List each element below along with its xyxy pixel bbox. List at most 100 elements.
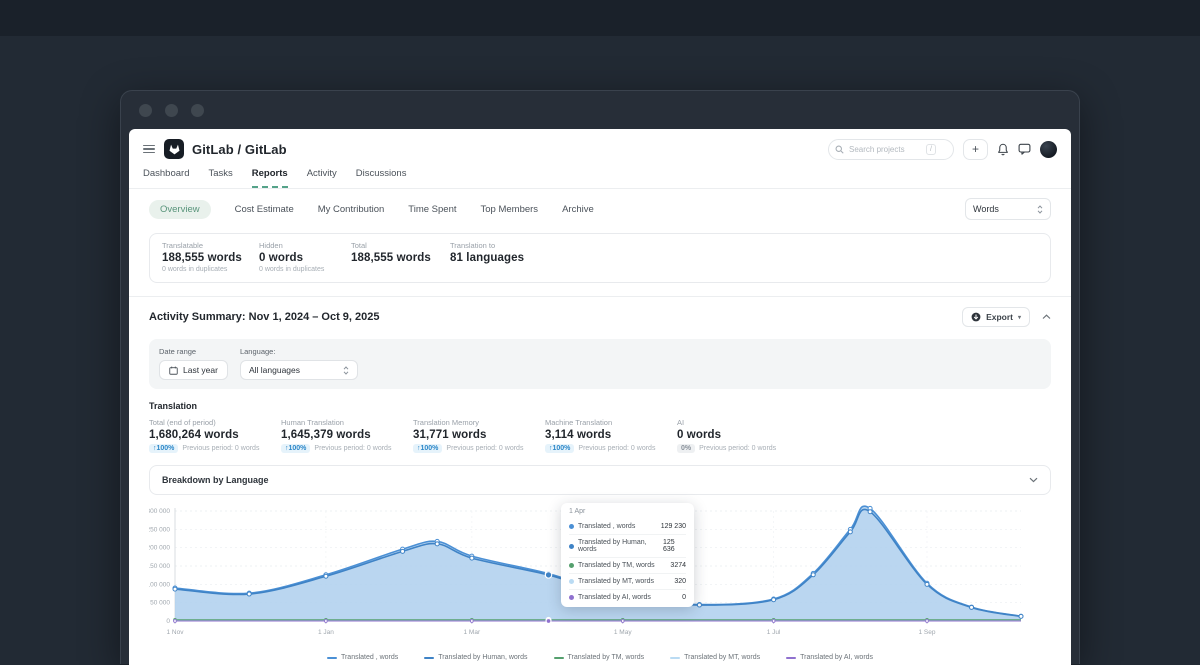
stat-label: Translation to [450,241,1038,250]
legend-label: Translated , words [341,654,398,661]
header-actions: / + [828,139,1057,160]
stat-total: Total 188,555 words [351,241,450,274]
window-control-dot[interactable] [191,104,204,117]
stat-human-translation: Human Translation 1,645,379 words ↑100% … [281,418,413,453]
stat-value: 3,114 words [545,429,677,441]
breakdown-by-language-card[interactable]: Breakdown by Language [149,465,1051,495]
search-box[interactable]: / [828,139,954,160]
language-value: All languages [249,365,300,375]
legend-item[interactable]: Translated by MT, words [670,654,760,661]
add-button[interactable]: + [963,139,988,160]
messages-button[interactable] [1018,143,1031,155]
svg-text:1 May: 1 May [614,629,632,636]
tab-reports[interactable]: Reports [252,168,288,188]
legend-item[interactable]: Translated by TM, words [554,654,645,661]
svg-text:250 000: 250 000 [149,526,170,533]
tooltip-value: 129 230 [661,523,686,530]
stat-label: Translatable [162,241,259,250]
stat-value: 81 languages [450,252,1038,264]
tooltip-row: Translated by Human, words 125 636 [569,534,686,557]
language-select[interactable]: All languages [240,360,358,380]
date-range-button[interactable]: Last year [159,360,228,380]
svg-text:1 Jan: 1 Jan [318,629,334,636]
stat-value: 188,555 words [351,252,450,264]
export-caret-icon: ▾ [1018,314,1021,321]
app-header: GitLab / GitLab / + [129,129,1071,160]
tab-dashboard[interactable]: Dashboard [143,168,189,188]
tooltip-value: 3274 [670,562,686,569]
tab-tasks[interactable]: Tasks [208,168,232,188]
tooltip-label: Translated , words [578,523,635,530]
window-control-dot[interactable] [139,104,152,117]
subtab-top-members[interactable]: Top Members [481,204,539,215]
tab-activity[interactable]: Activity [307,168,337,188]
subtab-my-contribution[interactable]: My Contribution [318,204,385,215]
subtab-cost-estimate[interactable]: Cost Estimate [235,204,294,215]
window-titlebar [121,91,1079,129]
tooltip-label: Translated by Human, words [578,539,659,553]
unit-select-value: Words [973,204,999,214]
stat-label: Hidden [259,241,351,250]
svg-text:1 Jul: 1 Jul [767,629,781,636]
notifications-button[interactable] [997,143,1009,156]
stat-label: Machine Translation [545,418,677,427]
updown-chevron-icon [1037,205,1043,214]
legend-item[interactable]: Translated , words [327,654,398,661]
stat-translation-memory: Translation Memory 31,771 words ↑100% Pr… [413,418,545,453]
translation-stats-row: Total (end of period) 1,680,264 words ↑1… [149,418,1051,453]
calendar-icon [169,366,178,375]
window-control-dot[interactable] [165,104,178,117]
tooltip-label: Translated by AI, words [578,594,651,601]
legend-dash-icon [554,657,564,659]
svg-text:1 Nov: 1 Nov [167,629,185,636]
project-title: GitLab / GitLab [192,142,287,157]
legend-label: Translated by MT, words [684,654,760,661]
stat-translatable: Translatable 188,555 words 0 words in du… [162,241,259,274]
stat-label: Human Translation [281,418,413,427]
menu-icon[interactable] [143,145,155,154]
subtab-overview[interactable]: Overview [149,200,211,219]
legend-dash-icon [327,657,337,659]
chevron-down-icon [1029,477,1038,483]
avatar[interactable] [1040,141,1057,158]
trend-badge: ↑100% [413,444,442,453]
svg-text:0: 0 [166,618,170,625]
export-button[interactable]: Export ▾ [962,307,1030,327]
stat-sub [351,266,450,274]
tooltip-label: Translated by TM, words [578,562,655,569]
tab-discussions[interactable]: Discussions [356,168,407,188]
unit-select[interactable]: Words [965,198,1051,220]
stat-machine-translation: Machine Translation 3,114 words ↑100% Pr… [545,418,677,453]
previous-period: Previous period: 0 words [182,445,259,452]
svg-text:1 Mar: 1 Mar [464,629,481,636]
legend-item[interactable]: Translated by Human, words [424,654,527,661]
report-subtabs-row: Overview Cost Estimate My Contribution T… [129,189,1071,220]
stat-translation-to: Translation to 81 languages [450,241,1038,274]
subtab-time-spent[interactable]: Time Spent [408,204,456,215]
filters-panel: Date range Last year Language: All langu… [149,339,1051,389]
previous-period: Previous period: 0 words [314,445,391,452]
activity-chart: 300 000250 000200 000150 000100 00050 00… [149,503,1051,661]
collapse-section-button[interactable] [1042,314,1051,320]
stat-label: Translation Memory [413,418,545,427]
legend-dash-icon [786,657,796,659]
stat-value: 0 words [259,252,351,264]
translation-heading: Translation [149,401,1051,411]
primary-tabs: Dashboard Tasks Reports Activity Discuss… [129,160,1071,189]
gitlab-logo[interactable] [164,139,184,159]
subtab-archive[interactable]: Archive [562,204,594,215]
tooltip-label: Translated by MT, words [578,578,654,585]
legend-item[interactable]: Translated by AI, words [786,654,873,661]
search-input[interactable] [849,145,921,154]
search-icon [835,145,844,154]
app-page: GitLab / GitLab / + [129,129,1071,665]
updown-chevron-icon [343,366,349,375]
stat-label: AI [677,418,1051,427]
series-dot [569,595,574,600]
stat-ai: AI 0 words 0% Previous period: 0 words [677,418,1051,453]
stat-label: Total (end of period) [149,418,281,427]
search-shortcut-key: / [926,144,936,155]
translation-stats-section: Translation Total (end of period) 1,680,… [129,389,1071,453]
svg-text:50 000: 50 000 [150,600,170,607]
trend-badge: ↑100% [281,444,310,453]
